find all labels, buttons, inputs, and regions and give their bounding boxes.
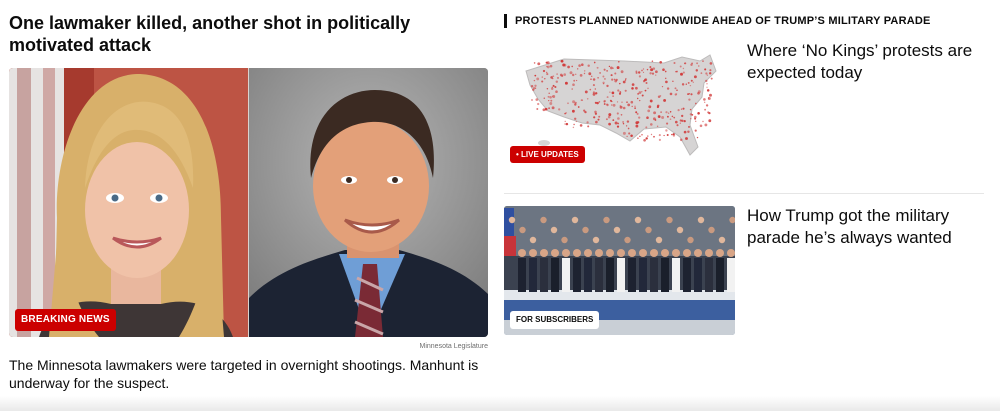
for-subscribers-badge: FOR SUBSCRIBERS — [510, 311, 600, 329]
story-headline-parade[interactable]: How Trump got the military parade he’s a… — [747, 205, 987, 249]
lawmaker-photo-left — [9, 68, 248, 337]
story-headline-protests[interactable]: Where ‘No Kings’ protests are expected t… — [747, 40, 987, 84]
section-title[interactable]: PROTESTS PLANNED NATIONWIDE AHEAD OF TRU… — [504, 14, 931, 28]
lead-headline[interactable]: One lawmaker killed, another shot in pol… — [9, 12, 469, 56]
live-dot-icon: • — [516, 150, 519, 159]
story-divider — [504, 193, 984, 194]
lead-photo[interactable]: BREAKING NEWS — [9, 68, 488, 337]
live-updates-label: LIVE UPDATES — [521, 150, 579, 159]
parade-photo-thumbnail[interactable]: FOR SUBSCRIBERS — [504, 206, 735, 335]
photo-credit: Minnesota Legislature — [419, 343, 489, 350]
protest-map-thumbnail[interactable]: • LIVE UPDATES — [504, 41, 735, 167]
lawmaker-photo-right — [249, 68, 488, 337]
lead-summary[interactable]: The Minnesota lawmakers were targeted in… — [9, 356, 479, 392]
breaking-news-badge: BREAKING NEWS — [15, 309, 116, 331]
page-bottom-shadow — [0, 396, 1000, 411]
live-updates-badge: • LIVE UPDATES — [510, 146, 585, 163]
